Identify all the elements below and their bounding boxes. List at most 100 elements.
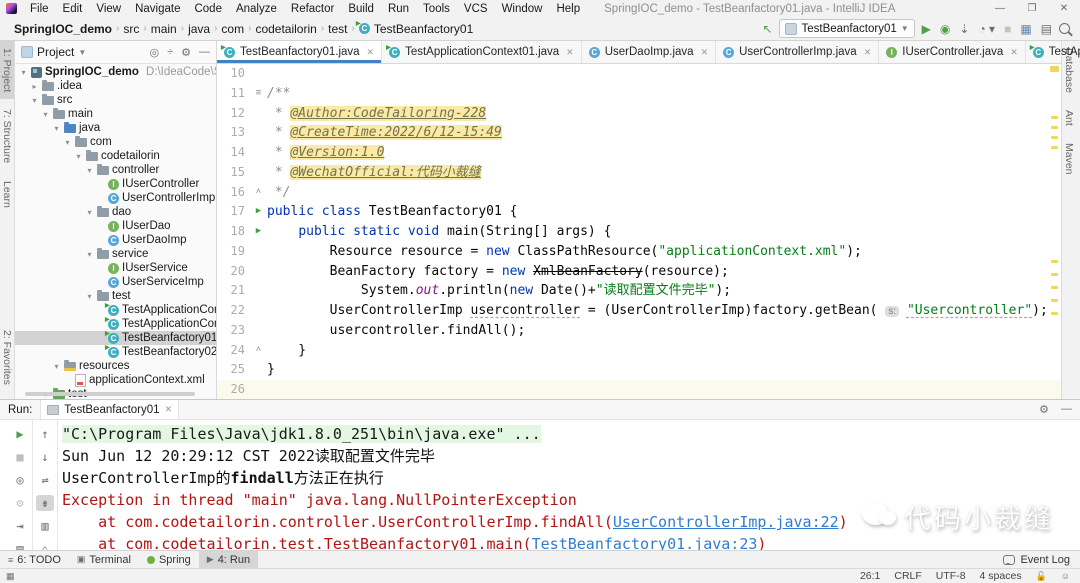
tree-row-codetailorin[interactable]: ▾ codetailorin [15,149,216,163]
status-crlf[interactable]: CRLF [894,570,921,582]
detach-button[interactable]: ⇥ [11,518,29,534]
breadcrumb-item-testbeanfactory01[interactable]: CTestBeanfactory01 [356,19,473,36]
tree-row-testapplicationcon[interactable]: CTestApplicationCon [15,301,216,317]
console-output[interactable]: "C:\Program Files\Java\jdk1.8.0_251\bin\… [62,423,1080,550]
breadcrumb-item-test[interactable]: test [328,22,347,36]
lock-icon[interactable]: 🔓 [1036,571,1047,582]
settings-button[interactable]: ⚙ [1039,403,1049,416]
tree-row-com[interactable]: ▾ com [15,135,216,149]
minimize-button[interactable]: — [984,0,1016,17]
code-line-17[interactable]: 17 ▶ public class TestBeanfactory01 { [217,202,1061,222]
settings-button[interactable]: ⚙ [181,46,191,59]
code-line-16[interactable]: 16 ˄ */ [217,183,1061,203]
code-line-21[interactable]: 21 System.out.println(new Date()+"读取配置文件… [217,281,1061,301]
code-line-18[interactable]: 18 ▶ public static void main(String[] arg… [217,222,1061,242]
editor-tab-userdaoimp-java[interactable]: C UserDaoImp.java ✕ [582,41,717,63]
project-structure-button[interactable]: ▦ [1020,22,1031,36]
tree-row-java[interactable]: ▾ java [15,121,216,135]
clear-all-button[interactable]: ♺ [36,541,54,550]
editor-tab-testapplicationcontext02-java[interactable]: CTestApplicationContext02.java✕ [1026,41,1080,63]
code-line-19[interactable]: 19 Resource resource = new ClassPathReso… [217,242,1061,262]
tree-row-iusercontroller[interactable]: I IUserController [15,177,216,191]
chevron-down-icon[interactable]: ▾ [85,250,94,259]
chevron-down-icon[interactable]: ▾ [52,362,61,371]
code-line-10[interactable]: 10 [217,64,1061,84]
close-icon[interactable]: ✕ [165,404,173,415]
chevron-down-icon[interactable]: ▾ [41,110,50,119]
tree-row-iuserdao[interactable]: I IUserDao [15,219,216,233]
menu-run[interactable]: Run [382,2,415,16]
breadcrumb-item-main[interactable]: main [151,22,177,36]
locate-file-button[interactable]: ◎ [149,46,159,59]
code-line-22[interactable]: 22 UserControllerImp usercontroller = (U… [217,301,1061,321]
menu-tools[interactable]: Tools [417,2,456,16]
stop-button[interactable]: ■ [1004,22,1011,36]
rerun-button[interactable]: ▶ [11,426,29,442]
layout-button[interactable]: ▤ [11,541,29,550]
tree-row-usercontrollerimp[interactable]: C UserControllerImp [15,191,216,205]
close-icon[interactable]: ✕ [1010,47,1018,58]
profiler-button[interactable]: ◔ ▾ [978,22,995,36]
close-button[interactable]: ✕ [1048,0,1080,17]
soft-wrap-button[interactable]: ⇌ [36,472,54,488]
menu-vcs[interactable]: VCS [458,2,494,16]
code-line-24[interactable]: 24 ˄ } [217,341,1061,361]
chevron-down-icon[interactable]: ▾ [19,68,28,77]
menu-build[interactable]: Build [342,2,380,16]
run-configuration-select[interactable]: TestBeanfactory01 ▼ [779,19,915,38]
code-line-20[interactable]: 20 BeanFactory factory = new XmlBeanFact… [217,262,1061,282]
error-stripe-mark[interactable] [1051,146,1058,149]
maximize-button[interactable]: ❐ [1016,0,1048,17]
stripe-item-2-favorites[interactable]: 2: Favorites [0,323,14,392]
menu-help[interactable]: Help [550,2,586,16]
stripe-item-learn[interactable]: Learn [0,174,14,215]
project-panel-title[interactable]: Project [37,45,74,59]
tree-row-idea[interactable]: ▸ .idea [15,79,216,93]
tree-row-controller[interactable]: ▾ controller [15,163,216,177]
tree-row-main[interactable]: ▾ main [15,107,216,121]
chevron-down-icon[interactable]: ▾ [85,292,94,301]
error-stripe-mark[interactable] [1051,286,1058,289]
chevron-down-icon[interactable]: ▾ [85,166,94,175]
code-line-15[interactable]: 15 * @WechatOfficial:代码小裁缝 [217,163,1061,183]
scroll-to-end-button[interactable]: ⇟ [36,495,54,511]
coverage-button[interactable]: ⇣ [959,22,969,36]
code-line-11[interactable]: 11 ≡ /** [217,84,1061,104]
settings-button[interactable]: ⚙ [11,495,29,511]
breadcrumb-item-codetailorin[interactable]: codetailorin [255,22,316,36]
status-4-spaces[interactable]: 4 spaces [980,570,1022,582]
status-26-1[interactable]: 26:1 [860,570,880,582]
hide-button[interactable]: — [199,46,210,59]
toolwindow-tab-spring[interactable]: Spring [139,551,199,568]
menu-view[interactable]: View [90,2,127,16]
editor-tab-testbeanfactory01-java[interactable]: C TestBeanfactory01.java ✕ [217,41,383,63]
hide-button[interactable]: — [1061,403,1072,416]
tool-window-switcher-icon[interactable]: ▦ [6,571,15,582]
menu-code[interactable]: Code [188,2,228,16]
menu-refactor[interactable]: Refactor [285,2,340,16]
tree-row-userdaoimp[interactable]: C UserDaoImp [15,233,216,247]
search-everywhere-icon[interactable] [1059,23,1070,34]
run-console-tab[interactable]: TestBeanfactory01 ✕ [40,400,180,419]
run-anything-button[interactable]: ▤ [1041,22,1052,36]
code-line-12[interactable]: 12 * @Author:CodeTailoring-228 [217,104,1061,124]
print-button[interactable]: ▥ [36,518,54,534]
debug-button[interactable]: ◉ [940,22,950,36]
tree-row-testbeanfactory01[interactable]: CTestBeanfactory01 [15,329,216,345]
chevron-right-icon[interactable]: ▸ [30,82,39,91]
toolwindow-tab-terminal[interactable]: ▣ Terminal [69,551,139,568]
collapse-all-button[interactable]: ÷ [167,46,173,59]
code-editor[interactable]: 10 11 ≡/** 12 * @Author:CodeTailoring-228 13… [217,64,1061,399]
inspections-profile-icon[interactable]: ☺ [1061,571,1070,581]
editor-tab-usercontrollerimp-java[interactable]: C UserControllerImp.java ✕ [716,41,880,63]
menu-edit[interactable]: Edit [57,2,89,16]
chevron-down-icon[interactable]: ▾ [30,96,39,105]
next-stacktrace-button[interactable]: ↓ [36,449,54,465]
breadcrumb-item-java[interactable]: java [188,22,210,36]
stripe-item-7-structure[interactable]: 7: Structure [0,102,14,170]
chevron-down-icon[interactable]: ▾ [52,124,61,133]
tree-row-userserviceimp[interactable]: C UserServiceImp [15,275,216,289]
tree-row-testbeanfactory02[interactable]: CTestBeanfactory02 [15,343,216,359]
run-line-icon[interactable]: ▶ [250,222,267,242]
event-log-button[interactable]: Event Log [1003,554,1070,566]
